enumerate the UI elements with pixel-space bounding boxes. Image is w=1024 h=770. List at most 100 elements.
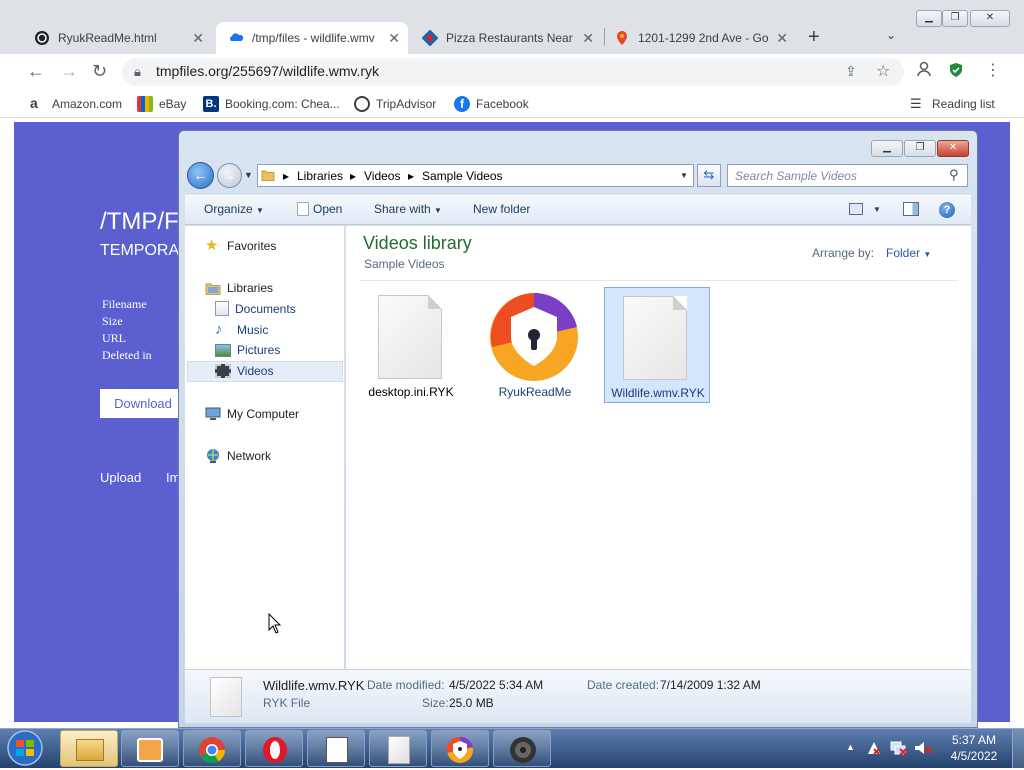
details-file-name: Wildlife.wmv.RYK bbox=[263, 678, 365, 693]
view-dropdown-icon[interactable]: ▼ bbox=[873, 205, 881, 214]
star-icon[interactable]: ☆ bbox=[876, 61, 890, 81]
taskbar-speaker[interactable] bbox=[493, 730, 551, 767]
share-with-button[interactable]: Share with ▼ bbox=[374, 202, 442, 216]
minimize-button[interactable]: ▁ bbox=[916, 10, 942, 27]
nav-music[interactable]: ♪ Music bbox=[215, 322, 268, 338]
shield-extension-icon[interactable] bbox=[948, 62, 964, 81]
search-placeholder: Search Sample Videos bbox=[735, 169, 857, 183]
reading-list-button[interactable]: ☰ Reading list bbox=[910, 96, 995, 112]
share-icon[interactable]: ⇪ bbox=[845, 63, 857, 80]
tab-maps[interactable]: 1201-1299 2nd Ave - Go ✕ bbox=[604, 22, 796, 54]
search-icon[interactable]: ⚲ bbox=[949, 167, 959, 183]
close-icon[interactable]: ✕ bbox=[192, 30, 204, 47]
breadcrumb-videos[interactable]: Videos bbox=[364, 169, 400, 183]
document-icon bbox=[210, 677, 242, 717]
nav-label: My Computer bbox=[227, 407, 300, 421]
nav-my-computer[interactable]: My Computer bbox=[205, 406, 299, 422]
explorer-maximize-button[interactable]: ❐ bbox=[904, 140, 936, 157]
bookmark-label: Facebook bbox=[476, 97, 529, 111]
new-tab-button[interactable]: + bbox=[808, 26, 820, 49]
explorer-close-button[interactable]: ✕ bbox=[937, 140, 969, 157]
nav-videos[interactable]: Videos bbox=[215, 364, 273, 378]
bookmark-facebook[interactable]: f Facebook bbox=[454, 96, 529, 112]
open-label: Open bbox=[313, 202, 343, 216]
arrange-by-dropdown[interactable]: Folder ▼ bbox=[886, 246, 931, 260]
explorer-back-button[interactable]: ← bbox=[187, 162, 214, 189]
tab-ryukreadme[interactable]: RyukReadMe.html ✕ bbox=[24, 22, 212, 54]
close-window-button[interactable]: ✕ bbox=[970, 10, 1010, 27]
chevron-down-icon: ▼ bbox=[256, 206, 264, 215]
taskbar-avast[interactable] bbox=[431, 730, 489, 767]
amazon-icon: a bbox=[30, 95, 38, 111]
bookmark-booking[interactable]: B. Booking.com: Chea... bbox=[203, 96, 340, 112]
size-value: 25.0 MB bbox=[449, 696, 494, 710]
taskbar-notepad[interactable] bbox=[307, 730, 365, 767]
date-modified-value: 4/5/2022 5:34 AM bbox=[449, 678, 544, 692]
menu-icon[interactable]: ⋮ bbox=[985, 60, 1001, 80]
forward-icon[interactable]: → bbox=[60, 61, 78, 81]
music-icon: ♪ bbox=[215, 321, 223, 338]
download-button[interactable]: Download bbox=[100, 389, 186, 418]
reload-icon[interactable]: ↻ bbox=[92, 61, 107, 81]
recent-pages-icon[interactable]: ▼ bbox=[244, 170, 253, 180]
taskbar-explorer[interactable] bbox=[60, 730, 118, 767]
breadcrumb-libraries[interactable]: Libraries bbox=[297, 169, 343, 183]
close-icon[interactable]: ✕ bbox=[388, 30, 400, 47]
help-icon[interactable]: ? bbox=[939, 202, 955, 218]
chrome-icon bbox=[199, 737, 226, 764]
file-item[interactable]: RyukReadMe bbox=[482, 287, 588, 403]
nav-libraries[interactable]: Libraries bbox=[205, 280, 273, 296]
tab-search-icon[interactable]: ⌄ bbox=[886, 28, 896, 42]
nav-pictures[interactable]: Pictures bbox=[215, 343, 280, 357]
taskbar-opera[interactable] bbox=[245, 730, 303, 767]
open-button[interactable]: Open bbox=[297, 202, 342, 216]
upload-link[interactable]: Upload bbox=[100, 470, 141, 485]
show-hidden-icons[interactable]: ▲ bbox=[846, 742, 855, 752]
explorer-minimize-button[interactable]: ▁ bbox=[871, 140, 903, 157]
taskbar-chrome[interactable] bbox=[183, 730, 241, 767]
avast-browser-icon bbox=[446, 736, 473, 763]
address-dropdown-icon[interactable]: ▼ bbox=[680, 171, 688, 180]
refresh-icon[interactable]: ⇆ bbox=[697, 164, 721, 187]
reading-list-icon: ☰ bbox=[910, 96, 922, 111]
back-icon[interactable]: ← bbox=[27, 61, 45, 81]
show-desktop-button[interactable] bbox=[1012, 729, 1024, 768]
tab-pizza[interactable]: Pizza Restaurants Near M ✕ bbox=[410, 22, 602, 54]
organize-button[interactable]: Organize ▼ bbox=[204, 202, 264, 216]
profile-icon[interactable] bbox=[916, 61, 932, 80]
url-text[interactable]: tmpfiles.org/255697/wildlife.wmv.ryk bbox=[156, 63, 379, 79]
nav-documents[interactable]: Documents bbox=[215, 301, 296, 316]
file-item[interactable]: desktop.ini.RYK bbox=[358, 287, 464, 403]
explorer-forward-button[interactable]: → bbox=[217, 163, 242, 188]
network-status-icon[interactable] bbox=[890, 740, 908, 756]
nav-label: Documents bbox=[235, 301, 296, 316]
media-player-icon bbox=[137, 738, 163, 762]
preview-pane-icon[interactable] bbox=[903, 202, 919, 216]
file-name: desktop.ini.RYK bbox=[368, 385, 454, 399]
tab-title: RyukReadMe.html bbox=[58, 31, 157, 45]
avast-browser-icon bbox=[489, 292, 579, 382]
taskbar-media[interactable] bbox=[121, 730, 179, 767]
start-button[interactable] bbox=[4, 729, 46, 767]
maximize-button[interactable]: ❐ bbox=[942, 10, 968, 27]
volume-muted-icon[interactable] bbox=[914, 740, 932, 756]
close-icon[interactable]: ✕ bbox=[776, 30, 788, 47]
nav-label: Pictures bbox=[237, 343, 281, 357]
tab-tmpfiles[interactable]: /tmp/files - wildlife.wmv ✕ bbox=[216, 22, 408, 54]
chevron-down-icon: ▼ bbox=[434, 206, 442, 215]
nav-favorites[interactable]: ★ Favorites bbox=[205, 238, 276, 254]
bookmark-amazon[interactable]: a Amazon.com bbox=[30, 96, 122, 112]
bookmark-tripadvisor[interactable]: TripAdvisor bbox=[354, 96, 436, 112]
lock-icon[interactable]: 🔒︎ bbox=[134, 64, 141, 80]
new-folder-button[interactable]: New folder bbox=[473, 202, 530, 216]
bookmark-ebay[interactable]: eBay bbox=[137, 96, 186, 112]
close-icon[interactable]: ✕ bbox=[582, 30, 594, 47]
breadcrumb-sample-videos[interactable]: Sample Videos bbox=[422, 169, 503, 183]
nav-network[interactable]: Network bbox=[205, 448, 271, 464]
taskbar-document[interactable] bbox=[369, 730, 427, 767]
file-item-selected[interactable]: Wildlife.wmv.RYK bbox=[604, 287, 710, 403]
view-icon[interactable] bbox=[849, 203, 863, 215]
action-center-icon[interactable] bbox=[866, 740, 882, 756]
system-clock[interactable]: 5:37 AM 4/5/2022 bbox=[940, 732, 1008, 764]
tripadvisor-icon bbox=[354, 96, 370, 112]
